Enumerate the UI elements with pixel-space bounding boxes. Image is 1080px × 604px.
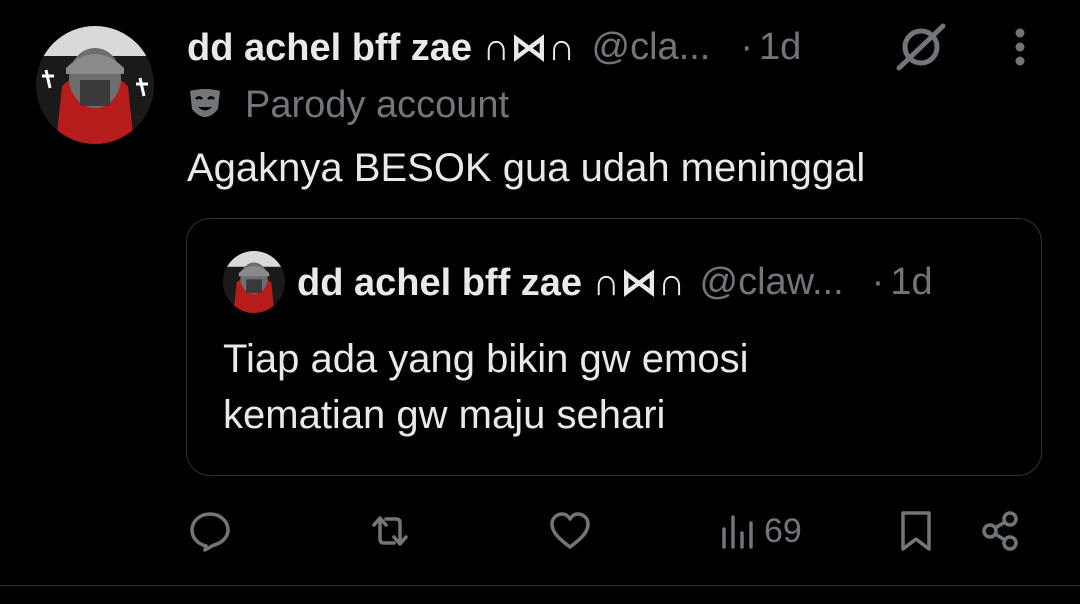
author-handle[interactable]: @cla...	[592, 26, 711, 69]
author-avatar[interactable]	[36, 26, 154, 144]
post-text: Agaknya BESOK gua udah meninggal	[187, 146, 866, 190]
like-button[interactable]	[548, 508, 592, 554]
repost-icon	[372, 516, 408, 546]
post-time[interactable]: 1d	[759, 26, 801, 69]
grok-icon[interactable]	[893, 22, 949, 72]
theater-mask-icon	[190, 89, 220, 117]
bookmark-button[interactable]	[894, 508, 938, 554]
views-button[interactable]: 69	[716, 508, 802, 554]
repost-button[interactable]	[368, 508, 412, 554]
parody-account-label: Parody account	[187, 80, 509, 130]
author-display-name[interactable]: dd achel bff zae ∩⋈∩	[187, 25, 576, 70]
quoted-time-separator: ·	[871, 260, 885, 303]
quoted-post[interactable]: dd achel bff zae ∩⋈∩ @claw... · 1d Tiap …	[186, 218, 1042, 476]
like-icon	[550, 512, 590, 549]
quoted-post-text-line-1: Tiap ada yang bikin gw emosi	[223, 337, 749, 381]
bookmark-icon	[901, 511, 931, 551]
reply-icon	[190, 512, 230, 552]
parody-label-text: Parody account	[245, 83, 510, 126]
share-button[interactable]	[978, 508, 1022, 554]
share-icon	[982, 511, 1018, 551]
quoted-post-time[interactable]: 1d	[890, 261, 932, 304]
tweet[interactable]: dd achel bff zae ∩⋈∩ @cla... · 1d Parody…	[0, 0, 1080, 604]
quoted-post-text: Tiap ada yang bikin gw emosi kematian gw…	[223, 331, 748, 443]
time-separator: ·	[740, 25, 753, 68]
quoted-post-header: dd achel bff zae ∩⋈∩ @claw... · 1d	[297, 257, 933, 307]
more-options-icon[interactable]	[1000, 22, 1040, 72]
reply-button[interactable]	[188, 508, 232, 554]
quoted-author-display-name[interactable]: dd achel bff zae ∩⋈∩	[297, 260, 686, 305]
views-icon	[722, 515, 753, 549]
quoted-author-handle[interactable]: @claw...	[700, 261, 844, 304]
divider	[0, 585, 1080, 586]
post-header: dd achel bff zae ∩⋈∩ @cla... · 1d	[187, 22, 801, 72]
quoted-author-avatar[interactable]	[223, 251, 285, 313]
quoted-post-text-line-2: kematian gw maju sehari	[223, 393, 666, 437]
views-count: 69	[764, 511, 802, 550]
